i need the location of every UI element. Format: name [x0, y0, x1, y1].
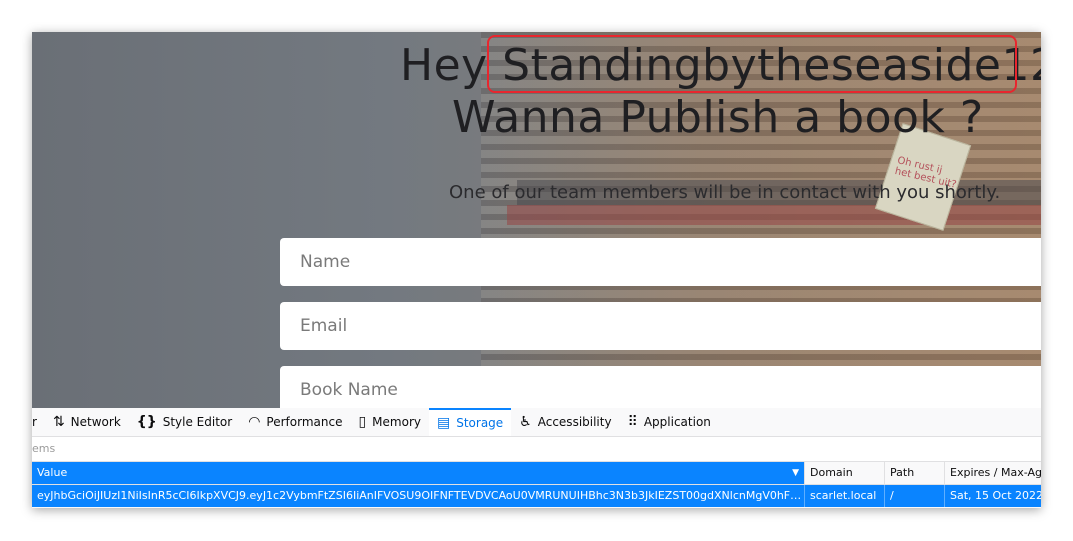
book-name-field[interactable]: [280, 366, 1041, 408]
memory-icon: ▯: [358, 414, 367, 430]
tab-network[interactable]: ⇅ Network: [45, 408, 129, 436]
filter-text: ems: [32, 442, 56, 455]
column-label: Expires / Max-Age: [950, 466, 1041, 479]
background-book-red: [507, 205, 1041, 225]
name-field[interactable]: [280, 238, 1041, 286]
tab-performance[interactable]: ◠ Performance: [240, 408, 350, 436]
hero-subtitle: One of our team members will be in conta…: [449, 182, 1001, 203]
tab-label: Memory: [372, 415, 421, 429]
email-field[interactable]: [280, 302, 1041, 350]
hero-question: Wanna Publish a book ?: [452, 92, 984, 143]
cookie-path-cell[interactable]: /: [885, 485, 945, 507]
accessibility-icon: ♿: [519, 414, 532, 430]
tab-style-editor[interactable]: {} Style Editor: [129, 408, 240, 436]
tab-inspector[interactable]: r: [32, 408, 45, 436]
tab-accessibility[interactable]: ♿ Accessibility: [511, 408, 619, 436]
network-icon: ⇅: [52, 414, 65, 430]
devtools-panel: r ⇅ Network {} Style Editor ◠ Performanc…: [32, 408, 1041, 508]
column-header-value[interactable]: Value ▼: [32, 462, 805, 484]
username-highlight-box: [487, 35, 1017, 93]
book-name-input[interactable]: [280, 366, 1041, 408]
grid-icon: ⠿: [627, 414, 638, 430]
cookie-value-cell[interactable]: eyJhbGciOiJIUzI1NiIsInR5cCI6IkpXVCJ9.eyJ…: [32, 485, 805, 507]
tab-label: r: [32, 415, 37, 429]
braces-icon: {}: [136, 414, 157, 430]
tab-label: Accessibility: [537, 415, 612, 429]
tab-label: Application: [643, 415, 711, 429]
cookie-expires-cell[interactable]: Sat, 15 Oct 2022 20: [945, 485, 1041, 507]
column-header-domain[interactable]: Domain: [805, 462, 885, 484]
storage-icon: ▤: [436, 415, 451, 431]
tab-storage[interactable]: ▤ Storage: [428, 408, 512, 436]
web-page: Oh rust ij het best uit? Hey Standingbyt…: [32, 32, 1041, 408]
sort-caret-icon: ▼: [792, 468, 799, 478]
cookie-domain-cell[interactable]: scarlet.local: [805, 485, 885, 507]
email-input[interactable]: [280, 302, 1041, 350]
name-input[interactable]: [280, 238, 1041, 286]
tab-label: Network: [70, 415, 121, 429]
devtools-tab-bar: r ⇅ Network {} Style Editor ◠ Performanc…: [32, 408, 1041, 437]
column-header-path[interactable]: Path: [885, 462, 945, 484]
column-label: Path: [890, 466, 915, 479]
gauge-icon: ◠: [248, 414, 261, 430]
column-label: Value: [37, 466, 68, 479]
tab-memory[interactable]: ▯ Memory: [350, 408, 429, 436]
browser-window: Oh rust ij het best uit? Hey Standingbyt…: [32, 32, 1041, 508]
tab-application[interactable]: ⠿ Application: [620, 408, 719, 436]
tab-label: Storage: [456, 416, 504, 430]
storage-filter-bar[interactable]: ems: [32, 437, 1041, 462]
column-header-expires[interactable]: Expires / Max-Age: [945, 462, 1041, 484]
cookie-table-header: Value ▼ Domain Path Expires / Max-Age: [32, 462, 1041, 485]
tab-label: Performance: [266, 415, 343, 429]
tab-label: Style Editor: [162, 415, 233, 429]
table-row[interactable]: eyJhbGciOiJIUzI1NiIsInR5cCI6IkpXVCJ9.eyJ…: [32, 485, 1041, 507]
column-label: Domain: [810, 466, 853, 479]
